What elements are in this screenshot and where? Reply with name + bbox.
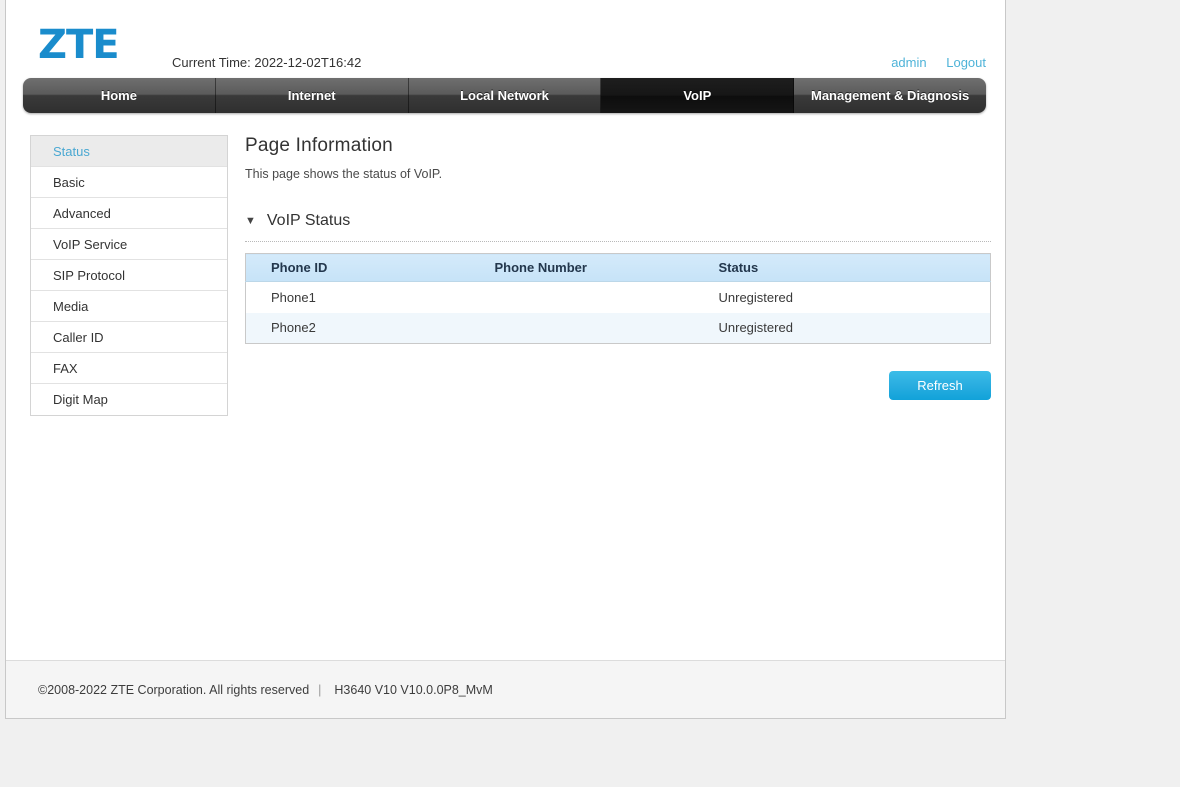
section-title: VoIP Status xyxy=(266,212,351,229)
page-title: Page Information xyxy=(245,135,393,156)
footer-copyright: ©2008-2022 ZTE Corporation. All rights r… xyxy=(38,682,310,697)
chevron-down-icon: ▼ xyxy=(245,214,256,227)
sidebar-item-sip-protocol[interactable]: SIP Protocol xyxy=(31,260,227,291)
sidebar-item-caller-id[interactable]: Caller ID xyxy=(31,322,227,353)
cell-status: Unregistered xyxy=(718,320,793,336)
sidebar-item-voip-service[interactable]: VoIP Service xyxy=(31,229,227,260)
section-divider xyxy=(245,241,991,242)
sidebar-item-media[interactable]: Media xyxy=(31,291,227,322)
column-header-status: Status xyxy=(693,253,991,282)
tab-voip[interactable]: VoIP xyxy=(601,78,795,113)
logout-link[interactable]: Logout xyxy=(946,55,986,70)
screenshot-viewport: ZTE Current Time: 2022-12-02T16:42 admin… xyxy=(0,0,1180,787)
table-body: Phone1 Unregistered Phone2 Unregistered xyxy=(245,281,991,344)
cell-phone-id: Phone2 xyxy=(271,320,316,336)
footer-separator: | xyxy=(318,682,322,697)
main-content: Page Information This page shows the sta… xyxy=(245,135,991,400)
page-description: This page shows the status of VoIP. xyxy=(245,167,443,181)
page-body: Status Basic Advanced VoIP Service SIP P… xyxy=(6,113,1005,660)
page-footer: ©2008-2022 ZTE Corporation. All rights r… xyxy=(6,660,1005,718)
button-row: Refresh xyxy=(245,371,991,400)
sidebar-item-digit-map[interactable]: Digit Map xyxy=(31,384,227,415)
cell-phone-number xyxy=(470,313,694,344)
table-header-row: Phone ID Phone Number Status xyxy=(245,253,991,282)
sidebar-item-basic[interactable]: Basic xyxy=(31,167,227,198)
sidebar-item-fax[interactable]: FAX xyxy=(31,353,227,384)
table-row: Phone1 Unregistered xyxy=(245,281,991,313)
sidebar-item-advanced[interactable]: Advanced xyxy=(31,198,227,229)
tab-internet[interactable]: Internet xyxy=(216,78,409,113)
tab-management-diagnosis[interactable]: Management & Diagnosis xyxy=(794,78,986,113)
cell-status: Unregistered xyxy=(718,289,793,305)
cell-phone-number xyxy=(470,282,694,313)
table-row: Phone2 Unregistered xyxy=(245,312,991,344)
column-header-phone-id: Phone ID xyxy=(245,253,470,282)
refresh-button[interactable]: Refresh xyxy=(889,371,991,400)
zte-logo: ZTE xyxy=(38,22,120,68)
session-links: admin Logout xyxy=(891,55,986,70)
page-header: ZTE Current Time: 2022-12-02T16:42 admin… xyxy=(6,0,1005,78)
voip-status-table: Phone ID Phone Number Status Phone1 Unre… xyxy=(245,253,991,344)
table-header: Phone ID Phone Number Status xyxy=(245,253,991,282)
tab-home[interactable]: Home xyxy=(23,78,216,113)
voip-status-section-header[interactable]: ▼ VoIP Status xyxy=(245,212,991,230)
main-navigation: Home Internet Local Network VoIP Managem… xyxy=(23,78,986,113)
admin-user-link[interactable]: admin xyxy=(891,55,926,70)
router-admin-page: ZTE Current Time: 2022-12-02T16:42 admin… xyxy=(5,0,1006,719)
cell-phone-id: Phone1 xyxy=(271,289,316,305)
sidebar-menu: Status Basic Advanced VoIP Service SIP P… xyxy=(30,135,228,416)
footer-model: H3640 V10 V10.0.0P8_MvM xyxy=(334,682,493,697)
sidebar-item-status[interactable]: Status xyxy=(31,136,227,167)
column-header-phone-number: Phone Number xyxy=(469,253,694,282)
footer-text: ©2008-2022 ZTE Corporation. All rights r… xyxy=(38,683,493,697)
current-time-label: Current Time: 2022-12-02T16:42 xyxy=(172,55,362,70)
tab-local-network[interactable]: Local Network xyxy=(409,78,602,113)
